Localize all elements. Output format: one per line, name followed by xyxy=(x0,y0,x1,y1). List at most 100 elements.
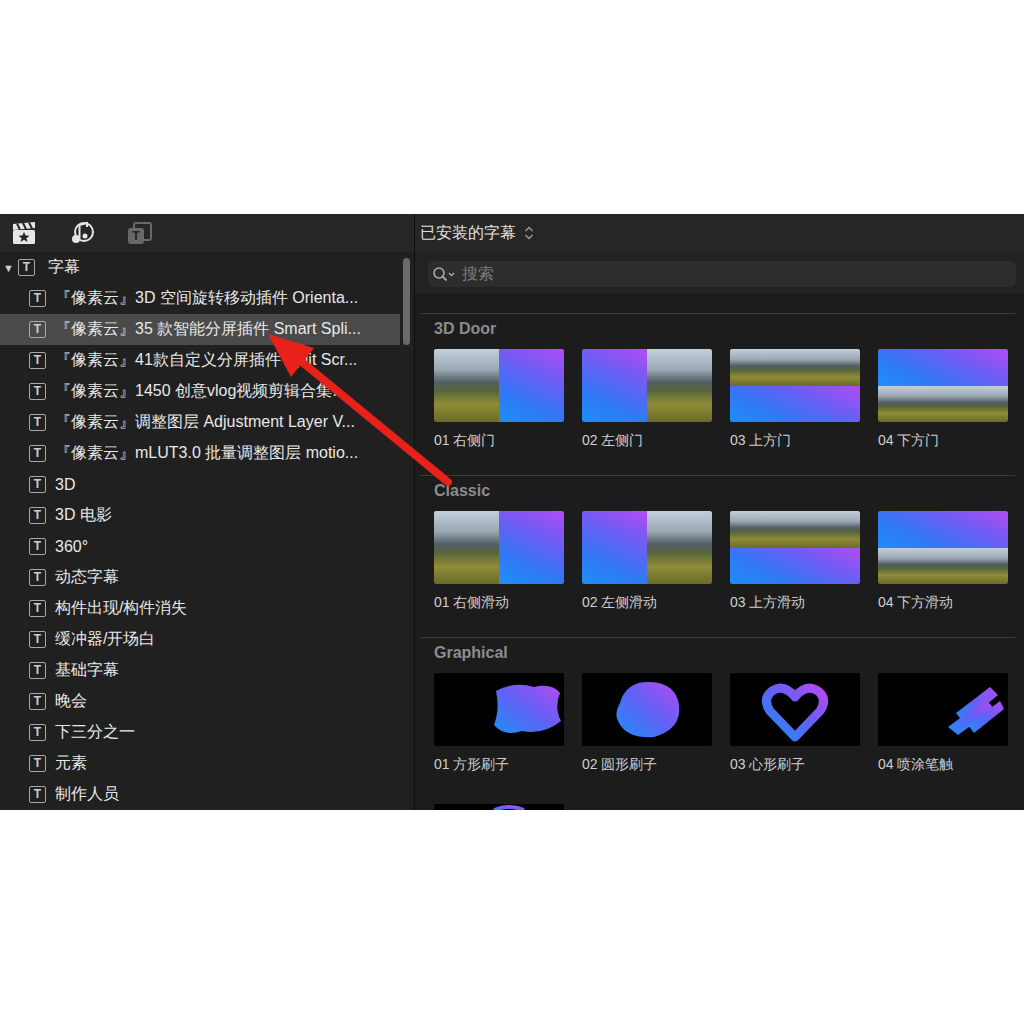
sidebar-list: ▼T字幕T『像素云』3D 空间旋转移动插件 Orienta...T『像素云』35… xyxy=(0,252,400,810)
clapper-icon[interactable] xyxy=(10,220,38,246)
title-thumbnail[interactable] xyxy=(582,349,712,422)
sidebar-group[interactable]: ▼T字幕 xyxy=(0,252,400,283)
landscape-preview xyxy=(878,386,1008,423)
sidebar-body: ▼T字幕T『像素云』3D 空间旋转移动插件 Orienta...T『像素云』35… xyxy=(0,252,414,810)
browser-title[interactable]: 已安装的字幕 xyxy=(420,223,516,244)
title-category-icon: T xyxy=(29,631,46,648)
scrollbar-thumb[interactable] xyxy=(403,258,410,345)
thumbnail-grid: 01 右侧门 02 左侧门 03 上方门 04 下方门 xyxy=(434,349,1015,449)
sidebar-item[interactable]: T基础字幕 xyxy=(0,655,400,686)
title-item[interactable]: 02 左侧门 xyxy=(582,349,712,449)
title-item-label: 02 左侧滑动 xyxy=(582,593,712,611)
title-thumbnail[interactable] xyxy=(582,673,712,746)
title-item[interactable]: 03 上方滑动 xyxy=(730,511,860,611)
landscape-preview xyxy=(730,349,860,386)
title-thumbnail[interactable] xyxy=(878,673,1008,746)
landscape-preview xyxy=(434,511,499,584)
title-item-label: 02 圆形刷子 xyxy=(582,755,712,773)
sidebar-item[interactable]: T『像素云』调整图层 Adjustment Layer V... xyxy=(0,407,400,438)
title-thumbnail[interactable] xyxy=(582,511,712,584)
sidebar-item[interactable]: T3D 电影 xyxy=(0,500,400,531)
title-thumbnail[interactable] xyxy=(434,673,564,746)
titles-front-icon: T xyxy=(128,228,144,244)
section-heading: Classic xyxy=(434,481,1015,501)
drop-zone-preview xyxy=(730,386,860,423)
title-thumbnail[interactable] xyxy=(878,511,1008,584)
sidebar-item-label: 『像素云』35 款智能分屏插件 Smart Spli... xyxy=(55,319,361,340)
toolbar: T xyxy=(0,214,414,252)
landscape-preview xyxy=(647,349,712,422)
titles-browser: T ▼T字幕T『像素云』3D 空间旋转移动插件 Orienta...T『像素云』… xyxy=(0,214,1024,810)
title-thumbnail[interactable] xyxy=(878,349,1008,422)
title-thumbnail[interactable] xyxy=(434,349,564,422)
sidebar-item[interactable]: T360° xyxy=(0,531,400,562)
title-item[interactable]: 04 喷涂笔触 xyxy=(878,673,1008,773)
title-thumbnail[interactable] xyxy=(730,349,860,422)
search-icon xyxy=(432,266,458,282)
sidebar-item[interactable]: T『像素云』1450 创意vlog视频剪辑合集... xyxy=(0,376,400,407)
sidebar-item-label: 『像素云』1450 创意vlog视频剪辑合集... xyxy=(55,381,346,402)
title-item-label: 01 右侧门 xyxy=(434,431,564,449)
brush-preview-icon xyxy=(434,673,564,746)
drop-zone-preview xyxy=(499,511,564,584)
title-item-label: 03 上方滑动 xyxy=(730,593,860,611)
sidebar-item[interactable]: T3D xyxy=(0,469,400,500)
drop-zone-preview xyxy=(878,511,1008,548)
title-thumbnail[interactable] xyxy=(730,673,860,746)
title-thumbnail[interactable] xyxy=(434,511,564,584)
title-item[interactable]: 04 下方门 xyxy=(878,349,1008,449)
title-item[interactable]: 03 心形刷子 xyxy=(730,673,860,773)
title-category-icon: T xyxy=(29,445,46,462)
sidebar-item[interactable]: T 『像素云』mLUT3.0 批量调整图层 motio... xyxy=(0,438,400,469)
title-item[interactable]: 02 左侧滑动 xyxy=(582,511,712,611)
search-input[interactable] xyxy=(458,265,1016,283)
titles-icon[interactable]: T xyxy=(126,220,154,246)
title-category-icon: T xyxy=(29,786,46,803)
title-category-icon: T xyxy=(29,290,46,307)
search-bar xyxy=(415,252,1024,293)
title-item[interactable]: 01 右侧门 xyxy=(434,349,564,449)
sidebar-item[interactable]: T动态字幕 xyxy=(0,562,400,593)
brush-preview-icon xyxy=(878,673,1008,746)
title-item[interactable]: 02 圆形刷子 xyxy=(582,673,712,773)
title-item[interactable] xyxy=(434,804,564,810)
landscape-preview xyxy=(878,548,1008,585)
title-category-icon: T xyxy=(29,662,46,679)
music-graphic-icon xyxy=(69,221,95,245)
brush-preview-icon xyxy=(730,673,860,746)
browser-header[interactable]: 已安装的字幕 xyxy=(415,214,1024,252)
sidebar-group-label: 字幕 xyxy=(48,257,80,278)
sidebar-item[interactable]: T『像素云』35 款智能分屏插件 Smart Spli... xyxy=(0,314,400,345)
title-thumbnail[interactable] xyxy=(730,511,860,584)
sidebar-item[interactable]: T缓冲器/开场白 xyxy=(0,624,400,655)
sidebar: T ▼T字幕T『像素云』3D 空间旋转移动插件 Orienta...T『像素云』… xyxy=(0,214,415,810)
sidebar-item[interactable]: T下三分之一 xyxy=(0,717,400,748)
title-section: Graphical01 方形刷子02 圆形刷子03 心形刷子04 喷涂笔触 xyxy=(421,637,1015,810)
disclosure-triangle[interactable]: ▼ xyxy=(3,262,17,274)
search-field[interactable] xyxy=(428,261,1016,287)
landscape-preview xyxy=(434,349,499,422)
sidebar-item[interactable]: T『像素云』41款自定义分屏插件 Split Scr... xyxy=(0,345,400,376)
sidebar-item[interactable]: T晚会 xyxy=(0,686,400,717)
sidebar-item-label: 制作人员 xyxy=(55,784,119,805)
sidebar-item-label: 『像素云』调整图层 Adjustment Layer V... xyxy=(55,412,355,433)
section-heading: 3D Door xyxy=(434,319,1015,339)
title-thumbnail[interactable] xyxy=(434,804,564,810)
sidebar-item[interactable]: T 制作人员 xyxy=(0,779,400,810)
sidebar-item-label: 元素 xyxy=(55,753,87,774)
sidebar-item[interactable]: T 元素 xyxy=(0,748,400,779)
title-item[interactable]: 03 上方门 xyxy=(730,349,860,449)
title-item-label: 04 下方门 xyxy=(878,431,1008,449)
title-item[interactable]: 01 方形刷子 xyxy=(434,673,564,773)
title-item-label: 03 上方门 xyxy=(730,431,860,449)
drop-zone-preview xyxy=(582,349,647,422)
scrollbar[interactable] xyxy=(400,252,414,810)
music-icon[interactable] xyxy=(68,220,96,246)
title-item[interactable]: 01 右侧滑动 xyxy=(434,511,564,611)
title-category-icon: T xyxy=(29,755,46,772)
sidebar-item[interactable]: T构件出现/构件消失 xyxy=(0,593,400,624)
sidebar-item-label: 『像素云』mLUT3.0 批量调整图层 motio... xyxy=(55,443,358,464)
sidebar-item[interactable]: T『像素云』3D 空间旋转移动插件 Orienta... xyxy=(0,283,400,314)
sidebar-item-label: 构件出现/构件消失 xyxy=(55,598,187,619)
title-item[interactable]: 04 下方滑动 xyxy=(878,511,1008,611)
